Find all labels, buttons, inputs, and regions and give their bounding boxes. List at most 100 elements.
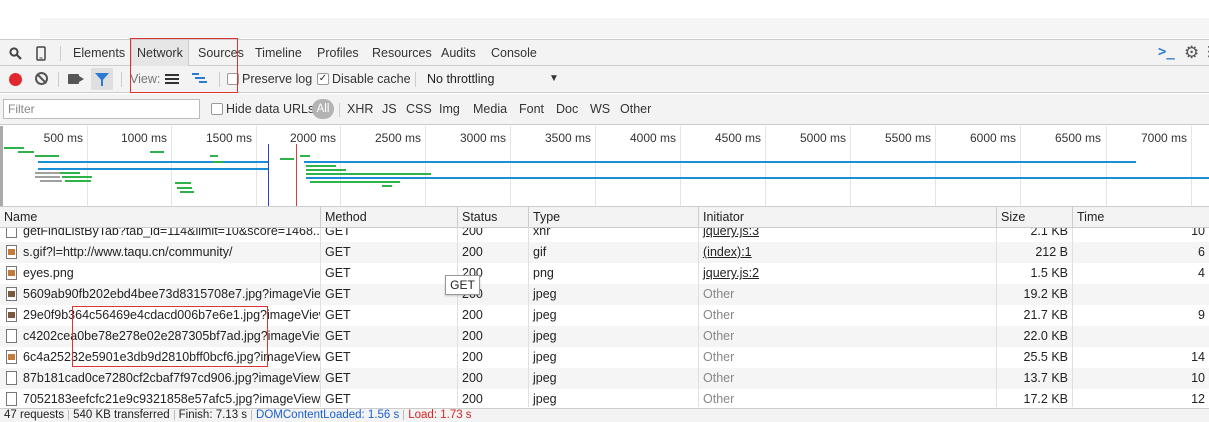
request-bar bbox=[177, 187, 192, 189]
filter-type-img[interactable]: Img bbox=[439, 102, 460, 116]
preserve-log-label: Preserve log bbox=[242, 72, 313, 86]
capture-screenshots-icon[interactable] bbox=[68, 74, 84, 84]
filter-icon[interactable] bbox=[91, 68, 113, 90]
request-initiator-link[interactable]: (index):1 bbox=[699, 242, 997, 263]
table-row[interactable]: 6c4a25232e5901e3db9d2810bff0bcf6.jpg?ima… bbox=[0, 347, 1209, 368]
request-bar bbox=[280, 158, 294, 160]
large-rows-view-icon[interactable] bbox=[165, 74, 179, 85]
column-header-name[interactable]: Name bbox=[0, 207, 321, 228]
timeline-overview[interactable]: 500 ms 1000 ms 1500 ms 2000 ms 2500 ms 3… bbox=[0, 126, 1209, 207]
filter-type-doc[interactable]: Doc bbox=[556, 102, 578, 116]
request-bar bbox=[300, 155, 310, 157]
request-type: xhr bbox=[529, 228, 699, 242]
transferred-size: 540 KB transferred bbox=[73, 409, 170, 421]
request-initiator: Other bbox=[699, 347, 997, 368]
filter-type-media[interactable]: Media bbox=[473, 102, 507, 116]
column-header-method[interactable]: Method bbox=[321, 207, 458, 228]
tab-console[interactable]: Console bbox=[486, 40, 542, 66]
filter-type-other[interactable]: Other bbox=[620, 102, 651, 116]
console-drawer-icon[interactable]: >_ bbox=[1158, 44, 1175, 60]
request-size: 25.5 KB bbox=[997, 347, 1073, 368]
request-status: 200 bbox=[458, 305, 529, 326]
request-status: 200 bbox=[458, 228, 529, 242]
more-vertical-icon[interactable]: ⋮ bbox=[1202, 43, 1209, 60]
clear-icon[interactable] bbox=[35, 72, 48, 85]
request-size: 1.5 KB bbox=[997, 263, 1073, 284]
preserve-log-checkbox[interactable] bbox=[227, 73, 239, 85]
request-size: 21.7 KB bbox=[997, 305, 1073, 326]
request-name[interactable]: eyes.png bbox=[0, 263, 321, 284]
filter-type-all[interactable]: All bbox=[312, 99, 334, 119]
gear-icon[interactable]: ⚙ bbox=[1184, 43, 1199, 63]
filter-type-js[interactable]: JS bbox=[382, 102, 397, 116]
table-row[interactable]: 7052183eefcfc21e9c9321858e57afc5.jpg?ima… bbox=[0, 389, 1209, 407]
filter-type-xhr[interactable]: XHR bbox=[347, 102, 373, 116]
toolbar-divider bbox=[415, 72, 416, 87]
device-mode-icon[interactable] bbox=[33, 45, 49, 61]
tab-sources[interactable]: Sources bbox=[193, 40, 249, 66]
request-method: GET bbox=[321, 284, 458, 305]
request-method: GET bbox=[321, 242, 458, 263]
request-name[interactable]: 87b181cad0ce7280cf2cbaf7f97cd906.jpg?ima… bbox=[0, 368, 321, 389]
throttling-select[interactable]: No throttling bbox=[427, 72, 494, 86]
request-count: 47 requests bbox=[4, 409, 65, 421]
tab-elements[interactable]: Elements bbox=[68, 40, 130, 66]
column-header-size[interactable]: Size bbox=[997, 207, 1073, 228]
view-label: View: bbox=[130, 72, 161, 86]
request-type: png bbox=[529, 263, 699, 284]
request-initiator: Other bbox=[699, 368, 997, 389]
request-status: 200 bbox=[458, 326, 529, 347]
table-row[interactable]: c4202cea0be78e278e02e287305bf7ad.jpg?ima… bbox=[0, 326, 1209, 347]
column-header-time[interactable]: Time bbox=[1073, 207, 1209, 228]
table-row[interactable]: 5609ab90fb202ebd4bee73d8315708e7.jpg?ima… bbox=[0, 284, 1209, 305]
toolbar-divider bbox=[58, 72, 59, 87]
request-initiator: Other bbox=[699, 284, 997, 305]
column-header-type[interactable]: Type bbox=[529, 207, 699, 228]
overview-tick-label: 3000 ms bbox=[459, 131, 506, 145]
request-name[interactable]: 29e0f9b364c56469e4cdacd006b7e6e1.jpg?ima… bbox=[0, 305, 321, 326]
tab-network[interactable]: Network bbox=[131, 40, 189, 66]
request-name[interactable]: s.gif?l=http://www.taqu.cn/community/ bbox=[0, 242, 321, 263]
request-time: 6 bbox=[1198, 245, 1205, 259]
request-initiator-link[interactable]: jquery.js:3 bbox=[699, 228, 997, 242]
filter-type-font[interactable]: Font bbox=[519, 102, 544, 116]
request-name[interactable]: c4202cea0be78e278e02e287305bf7ad.jpg?ima… bbox=[0, 326, 321, 347]
chevron-down-icon[interactable]: ▼ bbox=[549, 73, 559, 84]
overview-tick-label: 6000 ms bbox=[969, 131, 1016, 145]
request-time: 9 bbox=[1198, 308, 1205, 322]
filter-type-ws[interactable]: WS bbox=[590, 102, 610, 116]
table-row[interactable]: getFindListByTab?tab_id=114&limit=10&sco… bbox=[0, 228, 1209, 242]
hide-data-urls-checkbox[interactable] bbox=[211, 103, 223, 115]
tab-timeline[interactable]: Timeline bbox=[250, 40, 307, 66]
tab-profiles[interactable]: Profiles bbox=[312, 40, 364, 66]
request-initiator: Other bbox=[699, 389, 997, 407]
request-name[interactable]: getFindListByTab?tab_id=114&limit=10&sco… bbox=[0, 228, 321, 242]
table-row[interactable]: 87b181cad0ce7280cf2cbaf7f97cd906.jpg?ima… bbox=[0, 368, 1209, 389]
search-icon[interactable] bbox=[7, 45, 23, 61]
request-method: GET bbox=[321, 305, 458, 326]
network-toolbar: View: Preserve log ✓ Disable cache No th… bbox=[0, 66, 1209, 93]
request-initiator-link[interactable]: jquery.js:2 bbox=[699, 263, 997, 284]
filter-type-css[interactable]: CSS bbox=[406, 102, 432, 116]
column-header-initiator[interactable]: Initiator bbox=[699, 207, 997, 228]
filter-bar: Hide data URLs All XHR JS CSS Img Media … bbox=[0, 94, 1209, 125]
request-bar bbox=[306, 169, 346, 171]
table-row[interactable]: s.gif?l=http://www.taqu.cn/community/ GE… bbox=[0, 242, 1209, 263]
disable-cache-checkbox[interactable]: ✓ bbox=[317, 73, 329, 85]
record-icon[interactable] bbox=[9, 73, 22, 86]
request-name[interactable]: 7052183eefcfc21e9c9321858e57afc5.jpg?ima… bbox=[0, 389, 321, 407]
tab-audits[interactable]: Audits bbox=[436, 40, 481, 66]
table-row[interactable]: eyes.png GET 200 png jquery.js:2 1.5 KB … bbox=[0, 263, 1209, 284]
overview-view-icon[interactable] bbox=[192, 73, 208, 86]
request-bar bbox=[175, 182, 191, 184]
request-name[interactable]: 6c4a25232e5901e3db9d2810bff0bcf6.jpg?ima… bbox=[0, 347, 321, 368]
toolbar-divider bbox=[60, 46, 61, 61]
request-size: 17.2 KB bbox=[997, 389, 1073, 407]
filter-input[interactable] bbox=[3, 99, 200, 119]
request-name[interactable]: 5609ab90fb202ebd4bee73d8315708e7.jpg?ima… bbox=[0, 284, 321, 305]
tab-resources[interactable]: Resources bbox=[367, 40, 437, 66]
column-header-status[interactable]: Status bbox=[458, 207, 529, 228]
request-bar bbox=[306, 165, 336, 167]
overview-tick-label: 1000 ms bbox=[120, 131, 167, 145]
table-row[interactable]: 29e0f9b364c56469e4cdacd006b7e6e1.jpg?ima… bbox=[0, 305, 1209, 326]
